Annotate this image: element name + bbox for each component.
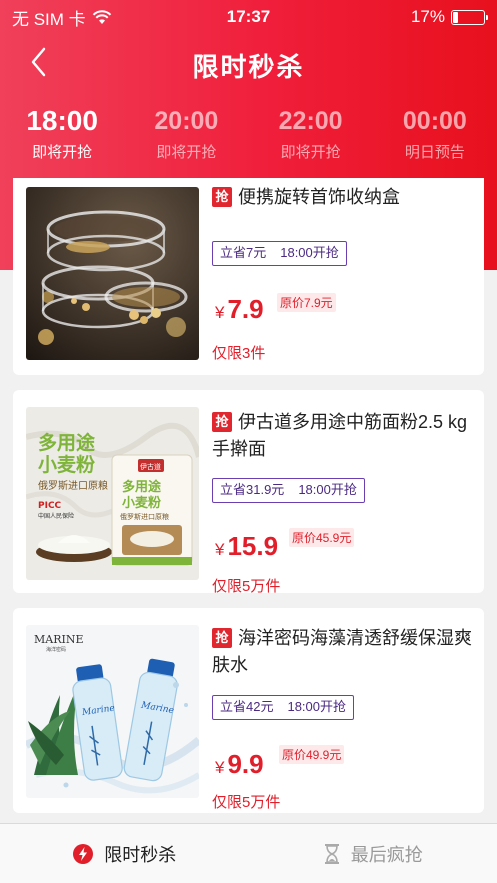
sale-price: ¥15.9 <box>215 531 278 562</box>
product-name: 便携旋转首饰收纳盒 <box>238 187 400 207</box>
tab-time: 18:00 <box>26 105 98 136</box>
quantity-limit: 仅限5万件 <box>212 794 281 811</box>
tab-time: 22:00 <box>278 107 343 135</box>
product-info: 抢海洋密码海藻清透舒缓保湿爽肤水 立省42元 18:00开抢 ¥9.9 原价49.… <box>212 625 474 811</box>
grab-badge: 抢 <box>212 412 232 432</box>
flour-bag-image: 多用途 小麦粉 俄罗斯进口原粮 PICC 中国人民保险 伊古道 多用途 小麦粉 … <box>26 407 199 580</box>
start-time: 18:00开抢 <box>298 482 357 497</box>
battery-percent: 17% <box>410 7 445 26</box>
tab-status: 明日预告 <box>404 144 465 161</box>
original-price: 原价7.9元 <box>277 293 336 312</box>
product-card[interactable]: MARINE 海洋密码 Marine Marine 抢 海洋密码海藻清透舒缓保湿… <box>13 608 484 813</box>
tab-time: 00:00 <box>402 107 467 135</box>
price-value: 15.9 <box>227 531 279 561</box>
sale-price: ¥7.9 <box>215 294 264 325</box>
carrier-text: 无 SIM 卡 <box>12 9 86 29</box>
image-text-brand-sub: 海洋密码 <box>46 646 66 653</box>
product-info: 抢伊古道多用途中筋面粉2.5 kg手擀面 立省31.9元 18:00开抢 ¥15.… <box>212 409 474 595</box>
tab-slot-2000[interactable]: 20:00 即将开抢 <box>124 104 248 168</box>
original-price: 原价45.9元 <box>289 528 355 547</box>
tab-status: 即将开抢 <box>280 144 341 161</box>
image-text-pack-line1: 多用途 <box>122 479 162 495</box>
jewelry-box-image <box>26 187 199 360</box>
currency-symbol: ¥ <box>215 540 225 559</box>
savings-tag: 立省42元 18:00开抢 <box>212 695 355 720</box>
bottom-tab-bar: 限时秒杀 最后疯抢 <box>0 823 497 883</box>
time-slot-tabs: 18:00 即将开抢 20:00 即将开抢 22:00 即将开抢 00:00 明… <box>0 104 497 168</box>
wifi-icon <box>92 9 112 25</box>
tab-slot-2200[interactable]: 22:00 即将开抢 <box>249 104 373 168</box>
tab-status: 即将开抢 <box>156 144 217 161</box>
original-price: 原价49.9元 <box>279 745 345 764</box>
battery-level <box>453 11 458 23</box>
lightning-icon <box>72 843 94 865</box>
start-time: 18:00开抢 <box>287 699 347 714</box>
product-name: 伊古道多用途中筋面粉2.5 kg手擀面 <box>212 412 468 459</box>
tab-last-rush[interactable]: 最后疯抢 <box>249 824 497 883</box>
image-text-line3: 俄罗斯进口原粮 <box>38 479 108 492</box>
savings-tag: 立省7元 18:00开抢 <box>212 241 347 266</box>
product-card[interactable]: 多用途 小麦粉 俄罗斯进口原粮 PICC 中国人民保险 伊古道 多用途 小麦粉 … <box>13 390 484 595</box>
nav-bar: 限时秒杀 <box>0 34 497 90</box>
image-text-pack-line2: 小麦粉 <box>122 495 161 511</box>
currency-symbol: ¥ <box>215 303 225 322</box>
sale-price: ¥9.9 <box>215 749 264 780</box>
image-text-brand: 伊古道 <box>140 462 161 471</box>
tab-label: 最后疯抢 <box>350 844 423 865</box>
tab-slot-1800[interactable]: 18:00 即将开抢 <box>0 104 124 168</box>
image-text-line1: 多用途 <box>38 431 96 454</box>
image-text-insurer: PICC <box>38 501 62 511</box>
hourglass-icon <box>323 843 341 865</box>
tab-time: 20:00 <box>154 107 219 135</box>
page-title: 限时秒杀 <box>192 52 305 82</box>
status-left: 无 SIM 卡 <box>12 5 112 30</box>
tab-slot-0000[interactable]: 00:00 明日预告 <box>373 104 497 168</box>
image-text-line2: 小麦粉 <box>38 453 95 476</box>
grab-badge: 抢 <box>212 628 232 648</box>
image-text-insurer-sub: 中国人民保险 <box>38 512 74 520</box>
tab-status: 即将开抢 <box>32 144 93 161</box>
product-title: 抢伊古道多用途中筋面粉2.5 kg手擀面 <box>212 409 474 463</box>
quantity-limit: 仅限3件 <box>212 345 266 362</box>
grab-badge: 抢 <box>212 187 232 207</box>
savings-tag: 立省31.9元 18:00开抢 <box>212 478 365 503</box>
tab-label: 限时秒杀 <box>104 844 177 865</box>
product-card[interactable]: 抢便携旋转首饰收纳盒 立省7元 18:00开抢 ¥7.9 原价7.9元 仅限3件 <box>13 178 484 375</box>
currency-symbol: ¥ <box>215 758 225 777</box>
image-text-brand: MARINE <box>34 633 84 646</box>
product-title: 抢便携旋转首饰收纳盒 <box>212 184 474 211</box>
product-title: 抢海洋密码海藻清透舒缓保湿爽肤水 <box>212 625 474 679</box>
battery-icon <box>451 9 488 25</box>
product-name: 海洋密码海藻清透舒缓保湿爽肤水 <box>212 628 472 675</box>
status-bar: 无 SIM 卡 17:37 17% <box>0 0 497 34</box>
savings-amount: 立省42元 <box>220 699 274 714</box>
status-right: 17% <box>410 7 488 27</box>
quantity-limit: 仅限5万件 <box>212 578 281 595</box>
savings-amount: 立省31.9元 <box>220 482 285 497</box>
savings-amount: 立省7元 <box>220 245 267 260</box>
product-info: 抢便携旋转首饰收纳盒 立省7元 18:00开抢 ¥7.9 原价7.9元 仅限3件 <box>212 184 474 362</box>
toner-bottles-image: MARINE 海洋密码 Marine Marine <box>26 625 199 798</box>
image-text-pack-line3: 俄罗斯进口原粮 <box>120 512 169 521</box>
tab-flash-sale[interactable]: 限时秒杀 <box>0 824 249 883</box>
start-time: 18:00开抢 <box>280 245 339 260</box>
price-value: 9.9 <box>227 749 264 779</box>
price-value: 7.9 <box>227 294 264 324</box>
